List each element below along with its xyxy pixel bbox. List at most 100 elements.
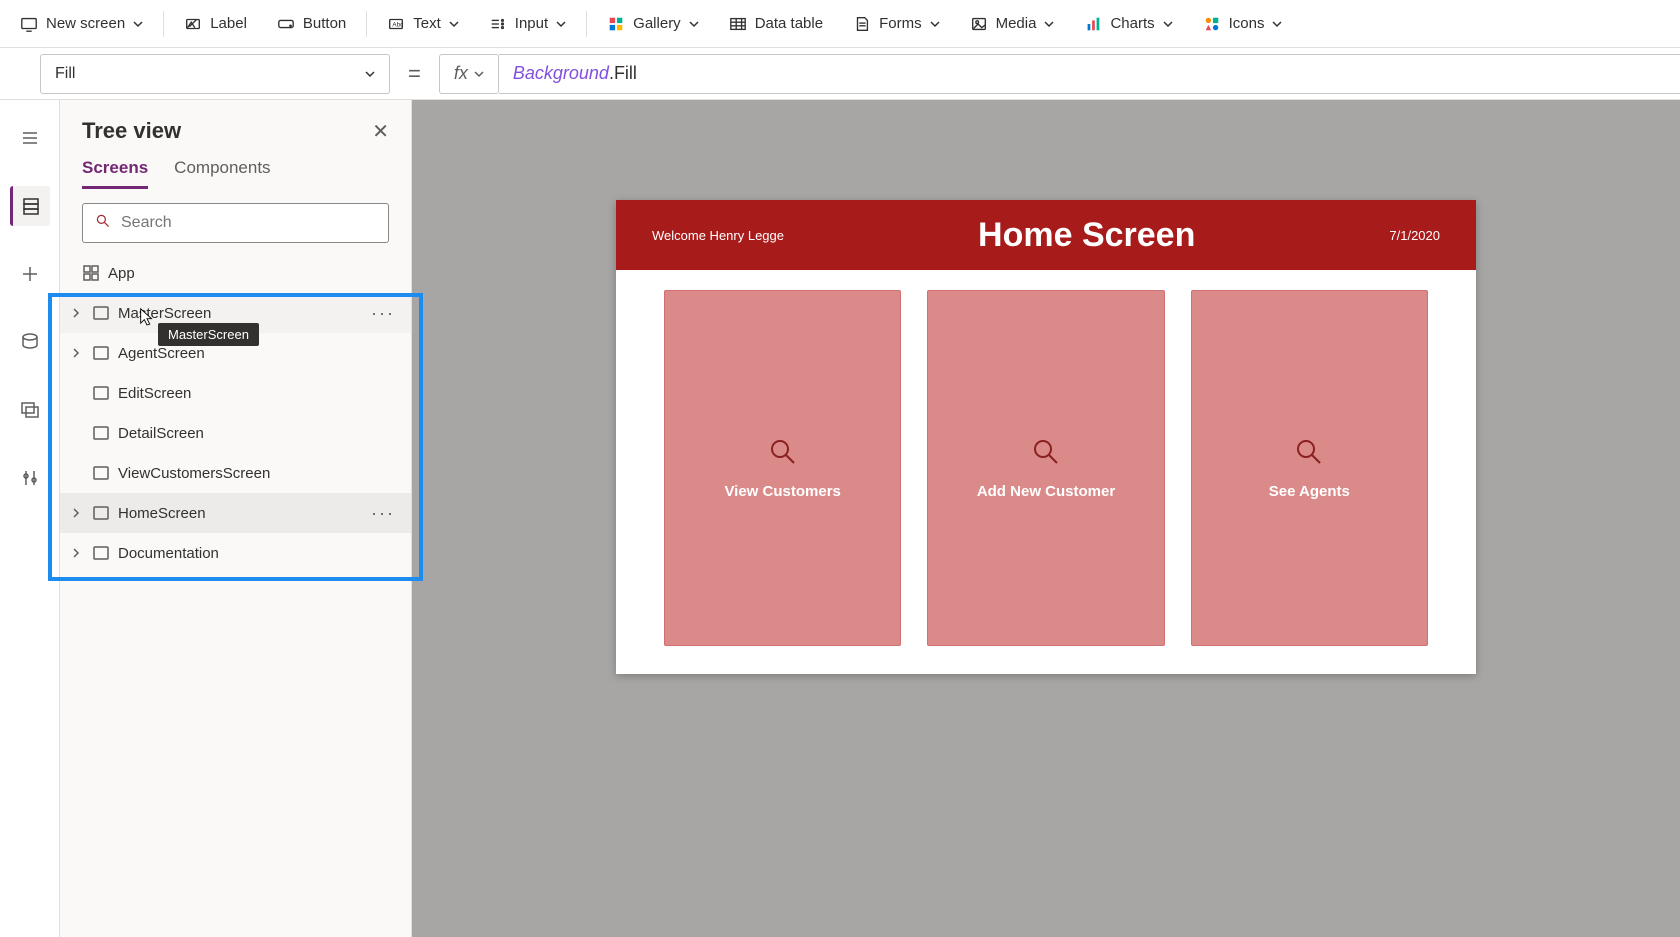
chevron-down-icon — [133, 19, 143, 29]
tab-screens[interactable]: Screens — [82, 158, 148, 189]
tree-node-label: HomeScreen — [118, 505, 206, 522]
icons-icon — [1203, 15, 1221, 33]
tree-view-tabs: Screens Components — [60, 152, 411, 189]
page-title: Home Screen — [978, 216, 1195, 255]
ribbon-separator — [163, 11, 164, 37]
charts-icon — [1084, 15, 1102, 33]
formula-token-object: Background — [513, 63, 609, 84]
tree-search[interactable] — [82, 203, 389, 243]
formula-bar: Fill = fx Background.Fill — [0, 48, 1680, 100]
icons-label: Icons — [1229, 15, 1265, 32]
chevron-down-icon — [1272, 19, 1282, 29]
tree-view-header: Tree view ✕ — [60, 100, 411, 152]
screen-icon — [92, 384, 110, 402]
tree-view-title: Tree view — [82, 118, 181, 144]
rail-tools-button[interactable] — [10, 458, 50, 498]
app-body: View Customers Add New Customer See Agen… — [616, 270, 1476, 674]
tree-node-documentation[interactable]: Documentation — [60, 533, 411, 573]
tooltip: MasterScreen — [158, 323, 259, 346]
cursor-icon — [138, 307, 156, 329]
chevron-down-icon — [449, 19, 459, 29]
input-button[interactable]: Input — [475, 9, 580, 39]
text-label: Text — [413, 15, 441, 32]
search-icon — [1031, 437, 1061, 467]
icons-button[interactable]: Icons — [1189, 9, 1297, 39]
more-icon[interactable]: ··· — [371, 303, 395, 324]
chevron-down-icon — [556, 19, 566, 29]
property-selector-value: Fill — [55, 65, 75, 83]
chevron-right-icon[interactable] — [68, 348, 84, 358]
screen-icon — [92, 304, 110, 322]
tree-node-homescreen[interactable]: HomeScreen ··· — [60, 493, 411, 533]
property-selector[interactable]: Fill — [40, 54, 390, 94]
chevron-right-icon[interactable] — [68, 548, 84, 558]
rail-media-button[interactable] — [10, 390, 50, 430]
rail-insert-button[interactable] — [10, 254, 50, 294]
fx-label: fx — [454, 63, 468, 84]
screen-icon — [92, 424, 110, 442]
chevron-down-icon — [474, 69, 484, 79]
rail-tree-view-button[interactable] — [10, 186, 50, 226]
gallery-button[interactable]: Gallery — [593, 9, 713, 39]
button-label: Button — [303, 15, 346, 32]
data-table-label: Data table — [755, 15, 823, 32]
input-label: Input — [515, 15, 548, 32]
tree-node-viewcustomersscreen[interactable]: ViewCustomersScreen — [60, 453, 411, 493]
chevron-down-icon — [1163, 19, 1173, 29]
data-table-icon — [729, 15, 747, 33]
text-button[interactable]: Abc Text — [373, 9, 473, 39]
close-icon[interactable]: ✕ — [372, 119, 389, 144]
search-icon — [768, 437, 798, 467]
charts-label: Charts — [1110, 15, 1154, 32]
left-rail — [0, 100, 60, 937]
tree-node-label: AgentScreen — [118, 345, 205, 362]
chevron-right-icon[interactable] — [68, 508, 84, 518]
label-label: Label — [210, 15, 247, 32]
tree-node-editscreen[interactable]: EditScreen — [60, 373, 411, 413]
data-table-button[interactable]: Data table — [715, 9, 837, 39]
forms-icon — [853, 15, 871, 33]
card-label: See Agents — [1269, 483, 1350, 500]
insert-ribbon: New screen Label Button Abc Text Input — [0, 0, 1680, 48]
card-add-new-customer[interactable]: Add New Customer — [927, 290, 1164, 646]
screen-icon — [92, 504, 110, 522]
app-preview[interactable]: Welcome Henry Legge Home Screen 7/1/2020… — [616, 200, 1476, 674]
rail-data-button[interactable] — [10, 322, 50, 362]
screen-icon — [92, 464, 110, 482]
media-button[interactable]: Media — [956, 9, 1069, 39]
media-label: Media — [996, 15, 1037, 32]
chevron-right-icon[interactable] — [68, 308, 84, 318]
media-icon — [970, 15, 988, 33]
chevron-down-icon — [689, 19, 699, 29]
chevron-down-icon — [930, 19, 940, 29]
new-screen-button[interactable]: New screen — [6, 9, 157, 39]
tree-node-label: ViewCustomersScreen — [118, 465, 270, 482]
equals-sign: = — [404, 61, 425, 87]
tree-node-label: Documentation — [118, 545, 219, 562]
tree-node-detailscreen[interactable]: DetailScreen — [60, 413, 411, 453]
forms-button[interactable]: Forms — [839, 9, 954, 39]
screen-icon — [20, 15, 38, 33]
fx-button[interactable]: fx — [439, 54, 499, 94]
charts-button[interactable]: Charts — [1070, 9, 1186, 39]
button-button[interactable]: Button — [263, 9, 360, 39]
search-icon — [95, 213, 111, 234]
tree-node-app[interactable]: App — [60, 253, 411, 293]
tab-components[interactable]: Components — [174, 158, 270, 189]
svg-text:Abc: Abc — [393, 21, 404, 28]
formula-token-property: .Fill — [609, 63, 637, 84]
card-see-agents[interactable]: See Agents — [1191, 290, 1428, 646]
search-input[interactable] — [121, 214, 376, 232]
canvas-area: Welcome Henry Legge Home Screen 7/1/2020… — [412, 100, 1680, 937]
gallery-label: Gallery — [633, 15, 681, 32]
rail-hamburger-button[interactable] — [10, 118, 50, 158]
search-icon — [1294, 437, 1324, 467]
formula-input[interactable]: Background.Fill — [499, 54, 1680, 94]
label-button[interactable]: Label — [170, 9, 261, 39]
card-view-customers[interactable]: View Customers — [664, 290, 901, 646]
date-text: 7/1/2020 — [1389, 228, 1440, 243]
more-icon[interactable]: ··· — [371, 503, 395, 524]
tree-node-label: App — [108, 265, 135, 282]
screen-icon — [92, 344, 110, 362]
chevron-down-icon — [365, 69, 375, 79]
